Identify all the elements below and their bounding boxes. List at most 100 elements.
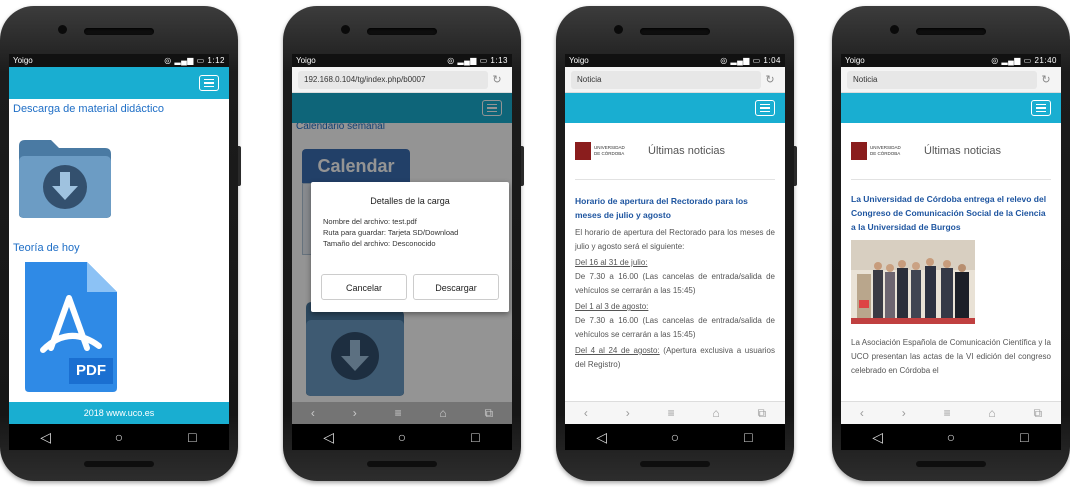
- browser-toolbar: ‹ › ≡ ⌂ ⧉: [292, 402, 512, 424]
- pdf-badge: PDF: [69, 358, 113, 384]
- earpiece-speaker: [916, 28, 986, 35]
- news-photo[interactable]: [851, 240, 975, 324]
- browser-toolbar: ‹ › ≡ ⌂ ⧉: [565, 401, 785, 424]
- cancel-button[interactable]: Cancelar: [321, 274, 407, 300]
- signal-icons: ◎ ▂▄▆ ▭: [720, 56, 764, 65]
- front-camera: [341, 25, 350, 34]
- browser-toolbar: ‹ › ≡ ⌂ ⧉: [841, 401, 1061, 424]
- screen-2: Yoigo ◎ ▂▄▆ ▭ 1:13 192.168.0.104/tg/inde…: [292, 54, 512, 450]
- menu-lines-icon[interactable]: ≡: [395, 406, 402, 420]
- menu-lines-icon[interactable]: ≡: [668, 406, 675, 420]
- university-logo-text: UNIVERSIDAD DE CÓRDOBA: [870, 145, 901, 156]
- tabs-icon[interactable]: ⧉: [757, 406, 766, 421]
- download-folder-icon[interactable]: [15, 136, 115, 220]
- bottom-speaker: [640, 461, 710, 467]
- forward-arrow-icon[interactable]: ›: [902, 406, 906, 420]
- home-outline-icon[interactable]: ⌂: [439, 406, 446, 420]
- back-icon[interactable]: ◁: [587, 429, 617, 446]
- signal-icons: ◎ ▂▄▆ ▭: [991, 56, 1035, 65]
- reload-icon[interactable]: ↻: [488, 73, 506, 86]
- home-icon[interactable]: ○: [660, 429, 690, 445]
- tabs-icon[interactable]: ⧉: [484, 406, 493, 421]
- period-2-date: Del 1 al 3 de agosto:: [575, 302, 649, 311]
- bottom-speaker: [916, 461, 986, 467]
- back-arrow-icon[interactable]: ‹: [311, 406, 315, 420]
- signal-icons: ◎ ▂▄▆ ▭: [164, 56, 208, 65]
- android-nav-bar: ◁ ○ □: [292, 424, 512, 450]
- news-heading: Últimas noticias: [924, 145, 1002, 157]
- power-button: [794, 146, 797, 186]
- browser-url-bar: Noticia ↻: [565, 67, 785, 93]
- back-icon[interactable]: ◁: [314, 429, 344, 446]
- menu-lines-icon[interactable]: ≡: [944, 406, 951, 420]
- hamburger-menu-icon[interactable]: [755, 100, 775, 116]
- android-nav-bar: ◁ ○ □: [841, 424, 1061, 450]
- screen-4: Yoigo ◎ ▂▄▆ ▭ 21:40 Noticia ↻ UNIVERSIDA…: [841, 54, 1061, 450]
- footer-bar: 2018 www.uco.es: [9, 402, 229, 424]
- tabs-icon[interactable]: ⧉: [1033, 406, 1042, 421]
- university-logo-text: UNIVERSIDAD DE CÓRDOBA: [594, 145, 625, 156]
- phone-frame-4: Yoigo ◎ ▂▄▆ ▭ 21:40 Noticia ↻ UNIVERSIDA…: [832, 6, 1070, 481]
- clock: 1:13: [490, 56, 508, 65]
- recents-icon[interactable]: □: [733, 429, 763, 445]
- file-size-line: Tamaño del archivo: Desconocido: [323, 239, 436, 248]
- news-title[interactable]: La Universidad de Córdoba entrega el rel…: [841, 192, 1061, 234]
- home-icon[interactable]: ○: [936, 429, 966, 445]
- news-title[interactable]: Horario de apertura del Rectorado para l…: [565, 194, 785, 222]
- back-icon[interactable]: ◁: [31, 429, 61, 446]
- screen-3: Yoigo ◎ ▂▄▆ ▭ 1:04 Noticia ↻ UNIVERSIDAD…: [565, 54, 785, 450]
- earpiece-speaker: [367, 28, 437, 35]
- browser-url-bar: Noticia ↻: [841, 67, 1061, 93]
- university-crest-icon: [851, 142, 867, 160]
- clock: 1:04: [763, 56, 781, 65]
- reload-icon[interactable]: ↻: [761, 73, 779, 86]
- dialog-title: Detalles de la carga: [370, 196, 450, 206]
- back-arrow-icon[interactable]: ‹: [584, 406, 588, 420]
- power-button: [521, 146, 524, 186]
- url-field[interactable]: 192.168.0.104/tg/index.php/b0007: [298, 70, 488, 89]
- status-bar: Yoigo ◎ ▂▄▆ ▭ 1:04: [565, 54, 785, 67]
- university-crest-icon: [575, 142, 591, 160]
- top-nav-bar: [841, 93, 1061, 123]
- phone-frame-1: Yoigo ◎ ▂▄▆ ▭ 1:12 Descarga de material …: [0, 6, 241, 481]
- back-arrow-icon[interactable]: ‹: [860, 406, 864, 420]
- phone-frame-3: Yoigo ◎ ▂▄▆ ▭ 1:04 Noticia ↻ UNIVERSIDAD…: [556, 6, 797, 481]
- carrier-label: Yoigo: [569, 56, 589, 65]
- download-button[interactable]: Descargar: [413, 274, 499, 300]
- front-camera: [890, 25, 899, 34]
- news-body: La Asociación Española de Comunicación C…: [851, 338, 1051, 375]
- recents-icon[interactable]: □: [1009, 429, 1039, 445]
- home-icon[interactable]: ○: [104, 429, 134, 445]
- reload-icon[interactable]: ↻: [1037, 73, 1055, 86]
- status-bar: Yoigo ◎ ▂▄▆ ▭ 21:40: [841, 54, 1061, 67]
- bottom-speaker: [84, 461, 154, 467]
- url-field[interactable]: Noticia: [847, 70, 1037, 89]
- section-title-download[interactable]: Descarga de material didáctico: [9, 99, 229, 115]
- home-outline-icon[interactable]: ⌂: [988, 406, 995, 420]
- carrier-label: Yoigo: [13, 56, 33, 65]
- home-outline-icon[interactable]: ⌂: [712, 406, 719, 420]
- forward-arrow-icon[interactable]: ›: [626, 406, 630, 420]
- phone-frame-2: Yoigo ◎ ▂▄▆ ▭ 1:13 192.168.0.104/tg/inde…: [283, 6, 524, 481]
- url-field[interactable]: Noticia: [571, 70, 761, 89]
- forward-arrow-icon[interactable]: ›: [353, 406, 357, 420]
- recents-icon[interactable]: □: [460, 429, 490, 445]
- signal-icons: ◎ ▂▄▆ ▭: [447, 56, 491, 65]
- section-title-theory[interactable]: Teoría de hoy: [13, 242, 80, 254]
- android-nav-bar: ◁ ○ □: [565, 424, 785, 450]
- status-bar: Yoigo ◎ ▂▄▆ ▭ 1:12: [9, 54, 229, 67]
- hamburger-menu-icon[interactable]: [1031, 100, 1051, 116]
- news-header: UNIVERSIDAD DE CÓRDOBA Últimas noticias: [841, 123, 1061, 165]
- power-button: [238, 146, 241, 186]
- hamburger-menu-icon[interactable]: [199, 75, 219, 91]
- recents-icon[interactable]: □: [177, 429, 207, 445]
- divider: [851, 179, 1051, 180]
- period-3-date: Del 4 al 24 de agosto:: [575, 346, 660, 355]
- back-icon[interactable]: ◁: [863, 429, 893, 446]
- period-1-date: Del 16 al 31 de julio:: [575, 258, 648, 267]
- earpiece-speaker: [84, 28, 154, 35]
- android-nav-bar: ◁ ○ □: [9, 424, 229, 450]
- carrier-label: Yoigo: [845, 56, 865, 65]
- period-1-text: De 7.30 a 16.00 (Las cancelas de entrada…: [575, 272, 775, 295]
- home-icon[interactable]: ○: [387, 429, 417, 445]
